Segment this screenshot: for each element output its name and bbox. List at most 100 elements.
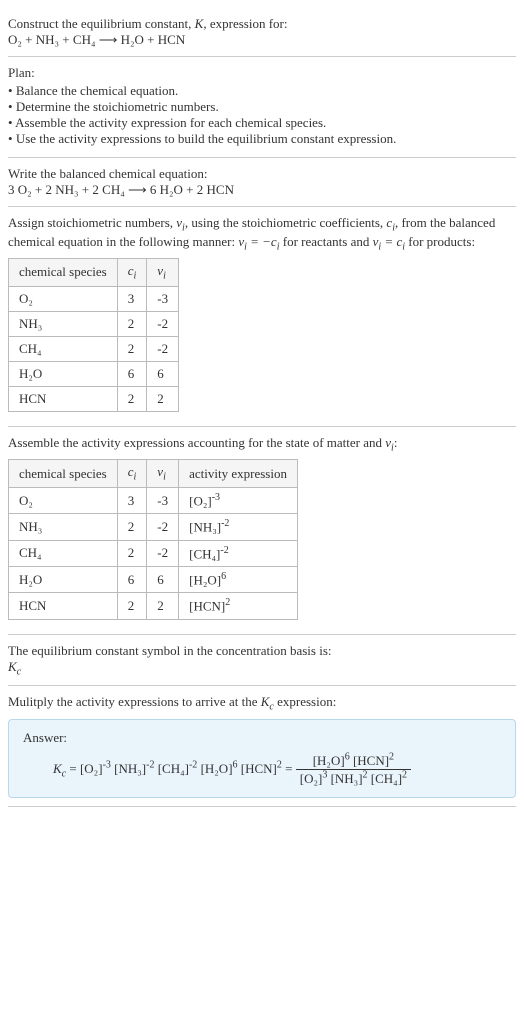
plan-list: Balance the chemical equation. Determine…	[8, 83, 516, 147]
cell: -3	[147, 286, 179, 311]
cell: -2	[147, 540, 179, 566]
intro-line: Construct the equilibrium constant, K, e…	[8, 16, 516, 32]
numerator: [H₂O]6 [HCN]2	[296, 752, 411, 770]
exp: 6	[233, 759, 238, 770]
term: [O₂]3	[300, 771, 328, 786]
multiply-line: Mulitply the activity expressions to arr…	[8, 694, 516, 713]
plan-item: Determine the stoichiometric numbers.	[8, 99, 516, 115]
balanced-equation: 3 O₂ + 2 NH₃ + 2 CH₄ ⟶ 6 H₂O + 2 HCN	[8, 182, 516, 198]
symbol-line: The equilibrium constant symbol in the c…	[8, 643, 516, 659]
term: [NH₃]2	[331, 771, 368, 786]
cell: H₂O	[9, 361, 118, 386]
base: [O₂]	[189, 493, 212, 508]
denominator: [O₂]3 [NH₃]2 [CH₄]2	[296, 770, 411, 787]
cell: 6	[147, 361, 179, 386]
term: [H₂O]6	[313, 753, 350, 768]
table-row: O₂3-3	[9, 286, 179, 311]
exp: -2	[189, 759, 197, 770]
exp: 2	[389, 752, 394, 763]
plan-item: Use the activity expressions to build th…	[8, 131, 516, 147]
table-row: O₂3-3[O₂]-3	[9, 487, 298, 513]
symbol-section: The equilibrium constant symbol in the c…	[8, 635, 516, 687]
cell: CH₄	[9, 540, 118, 566]
base: [O₂]	[80, 761, 103, 776]
cell: O₂	[9, 286, 118, 311]
balanced-title: Write the balanced chemical equation:	[8, 166, 516, 182]
cell: 3	[117, 286, 147, 311]
base: [CH₄]	[158, 761, 189, 776]
cell: HCN	[9, 386, 118, 411]
cell: [H₂O]6	[179, 566, 298, 592]
col-activity: activity expression	[179, 460, 298, 488]
table-row: NH₃2-2	[9, 311, 179, 336]
equals: =	[285, 761, 296, 776]
answer-box: Answer: Kc = [O₂]-3 [NH₃]-2 [CH₄]-2 [H₂O…	[8, 719, 516, 799]
cell: 2	[117, 540, 147, 566]
table-row: CH₄2-2[CH₄]-2	[9, 540, 298, 566]
cell: -2	[147, 514, 179, 540]
base: [H₂O]	[201, 761, 233, 776]
table-row: HCN22[HCN]2	[9, 593, 298, 619]
cell: H₂O	[9, 566, 118, 592]
col-vi: νi	[147, 460, 179, 488]
text: :	[394, 435, 398, 450]
plan-item: Balance the chemical equation.	[8, 83, 516, 99]
stoich-desc: Assign stoichiometric numbers, νi, using…	[8, 215, 516, 252]
answer-label: Answer:	[23, 730, 501, 746]
table-row: CH₄2-2	[9, 336, 179, 361]
exp: 6	[221, 571, 226, 582]
text: for reactants and	[280, 234, 373, 249]
exp: -3	[103, 759, 111, 770]
kc-sub: c	[17, 666, 21, 677]
cell: [NH₃]-2	[179, 514, 298, 540]
text: , using the stoichiometric coefficients,	[185, 215, 387, 230]
exp: 2	[402, 770, 407, 781]
exp: -2	[220, 545, 228, 556]
stoich-table: chemical species ci νi O₂3-3 NH₃2-2 CH₄2…	[8, 258, 179, 412]
activity-table: chemical species ci νi activity expressi…	[8, 459, 298, 619]
table-header-row: chemical species ci νi	[9, 259, 179, 287]
base: [HCN]	[189, 599, 225, 614]
plan-item: Assemble the activity expression for eac…	[8, 115, 516, 131]
term: [HCN]2	[353, 753, 394, 768]
base: [NH₃]	[114, 761, 146, 776]
exp: 3	[322, 770, 327, 781]
exp: -2	[221, 518, 229, 529]
text: Assign stoichiometric numbers,	[8, 215, 176, 230]
cell: -2	[147, 336, 179, 361]
plan-section: Plan: Balance the chemical equation. Det…	[8, 57, 516, 158]
cell: O₂	[9, 487, 118, 513]
cell: 6	[147, 566, 179, 592]
cell: 3	[117, 487, 147, 513]
text: Mulitply the activity expressions to arr…	[8, 694, 261, 709]
base: [H₂O]	[189, 572, 221, 587]
cell: 6	[117, 361, 147, 386]
base: [NH₃]	[189, 520, 221, 535]
cell: -2	[147, 311, 179, 336]
stoich-section: Assign stoichiometric numbers, νi, using…	[8, 207, 516, 427]
base: [HCN]	[241, 761, 277, 776]
activity-desc: Assemble the activity expressions accoun…	[8, 435, 516, 454]
exp: 2	[277, 759, 282, 770]
cell: 2	[117, 311, 147, 336]
kc-k: K	[8, 659, 17, 674]
base: [HCN]	[353, 753, 389, 768]
text: Assemble the activity expressions accoun…	[8, 435, 385, 450]
col-species: chemical species	[9, 460, 118, 488]
term: [CH₄]2	[371, 771, 407, 786]
exp: -3	[212, 492, 220, 503]
fraction: [H₂O]6 [HCN]2 [O₂]3 [NH₃]2 [CH₄]2	[296, 752, 411, 788]
answer-expression: Kc = [O₂]-3 [NH₃]-2 [CH₄]-2 [H₂O]6 [HCN]…	[23, 746, 501, 788]
cell: NH₃	[9, 514, 118, 540]
cell: 2	[147, 593, 179, 619]
base: [CH₄]	[189, 546, 220, 561]
exp: 2	[225, 597, 230, 608]
term: [HCN]2	[241, 761, 282, 776]
base: [CH₄]	[371, 771, 402, 786]
cell: 2	[147, 386, 179, 411]
table-row: NH₃2-2[NH₃]-2	[9, 514, 298, 540]
activity-section: Assemble the activity expressions accoun…	[8, 427, 516, 635]
kc-symbol: Kc	[8, 659, 516, 678]
base: [O₂]	[300, 771, 323, 786]
base: [H₂O]	[313, 753, 345, 768]
